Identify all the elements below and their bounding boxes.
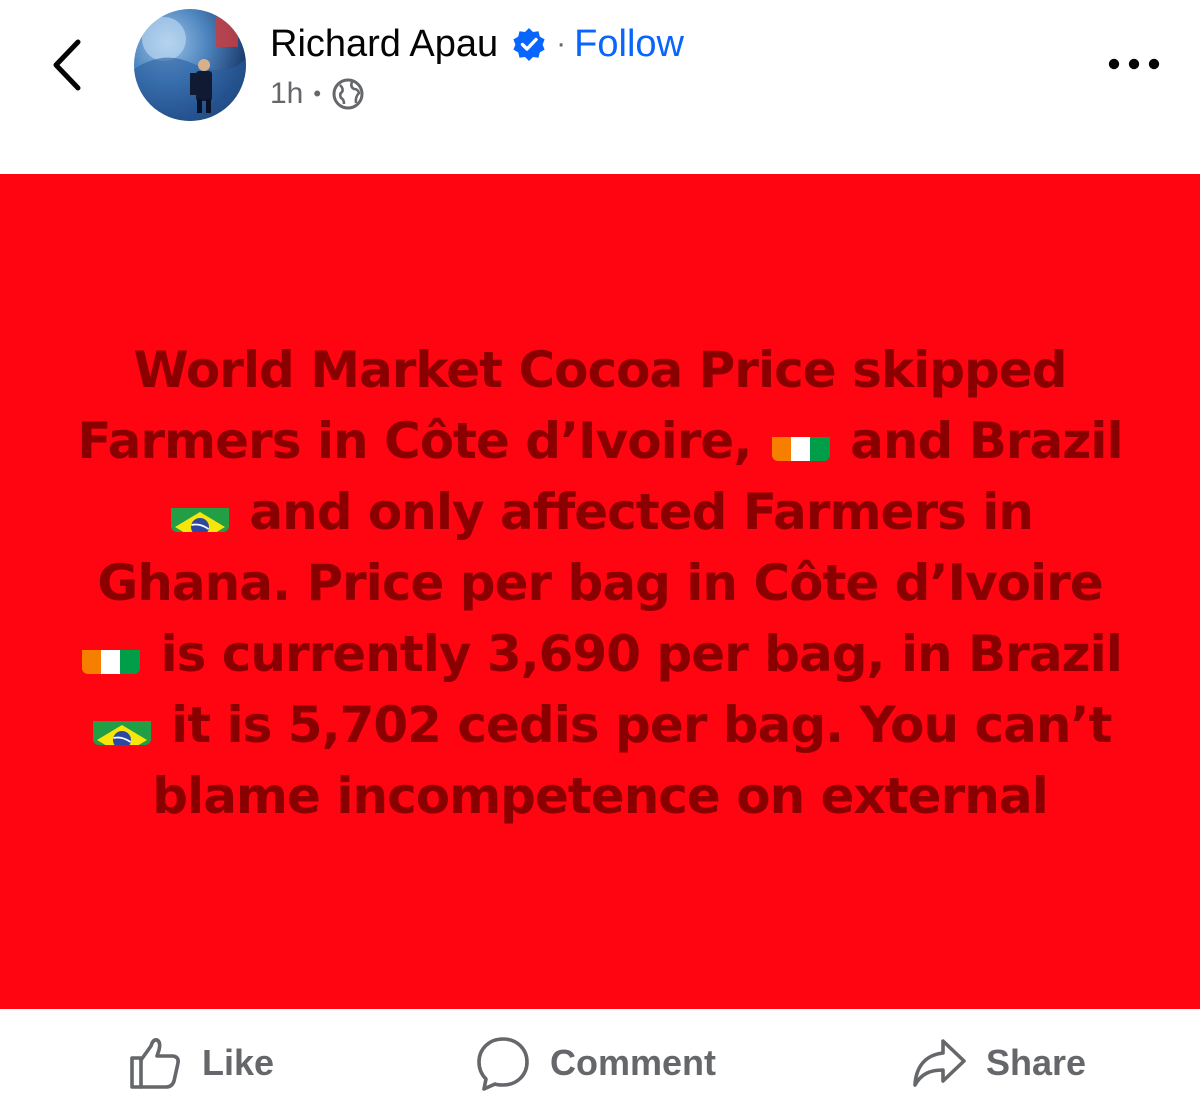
post-header: Richard Apau · Follow 1h • — [0, 0, 1200, 165]
follow-button[interactable]: Follow — [574, 23, 684, 66]
post-timestamp[interactable]: 1h — [270, 77, 303, 111]
verified-badge-icon — [513, 28, 545, 61]
author-avatar[interactable] — [134, 9, 246, 121]
post-meta: 1h • — [270, 74, 365, 114]
avatar-photo — [134, 17, 246, 121]
post-text-segment: is currently 3,690 per bag, in Brazil — [160, 625, 1122, 683]
back-arrow-icon[interactable] — [40, 34, 100, 94]
cote-divoire-flag-icon — [82, 636, 141, 674]
post-text-segment: and only affected Farmers in Ghana. Pric… — [97, 483, 1103, 612]
author-name[interactable]: Richard Apau — [270, 23, 498, 66]
name-separator: · — [556, 27, 567, 60]
brazil-flag-icon — [92, 707, 151, 745]
cote-divoire-flag-icon — [771, 423, 830, 461]
comment-bubble-icon — [477, 1037, 529, 1091]
post-text-segment: and Brazil — [850, 412, 1123, 470]
comment-button[interactable]: Comment — [474, 1035, 716, 1091]
globe-icon — [332, 78, 364, 110]
like-label: Like — [202, 1042, 275, 1083]
post-body: World Market Cocoa Price skipped Farmers… — [0, 174, 1200, 1009]
share-label: Share — [986, 1042, 1087, 1083]
share-button[interactable]: Share — [910, 1035, 1086, 1091]
post-text: World Market Cocoa Price skipped Farmers… — [70, 335, 1130, 832]
more-options-icon[interactable] — [1104, 44, 1164, 84]
meta-separator: • — [313, 81, 322, 106]
thumbs-up-icon — [130, 1038, 180, 1089]
post-text-segment: it is 5,702 cedis per bag. You can’t bla… — [152, 696, 1112, 825]
brazil-flag-icon — [170, 494, 229, 532]
like-button[interactable]: Like — [126, 1035, 274, 1091]
share-arrow-icon — [913, 1039, 966, 1087]
author-row: Richard Apau · Follow — [270, 18, 684, 70]
post-actions: Like Comment Share — [0, 1009, 1200, 1108]
comment-label: Comment — [550, 1042, 717, 1083]
